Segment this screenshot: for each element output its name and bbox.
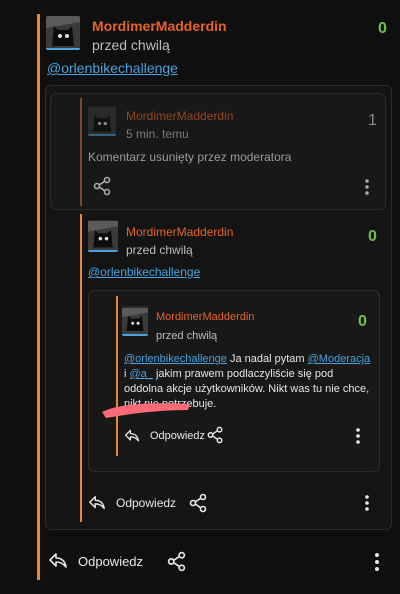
reply-button[interactable]: Odpowiedz <box>48 551 143 571</box>
share-icon <box>93 176 111 196</box>
more-vertical-icon <box>365 179 369 195</box>
reply-button[interactable]: Odpowiedz <box>124 428 205 444</box>
vote-count[interactable]: 0 <box>358 313 367 331</box>
comment-time: 5 min. temu <box>126 127 189 141</box>
avatar-cat-icon <box>88 107 116 135</box>
avatar[interactable] <box>46 16 80 50</box>
comment-username[interactable]: MordimerMadderdin <box>92 18 227 34</box>
reply-arrow-icon <box>124 429 140 442</box>
comment-time: przed chwilą <box>126 243 193 257</box>
more-options-button[interactable] <box>364 494 370 517</box>
thread-accent-line <box>37 14 40 580</box>
vote-count[interactable]: 0 <box>378 20 387 38</box>
mention-link[interactable]: @a_ <box>130 368 153 380</box>
share-icon <box>189 493 207 513</box>
vote-count[interactable]: 1 <box>368 112 377 130</box>
redaction-scribble <box>102 403 190 418</box>
mention-link[interactable]: @orlenbikechallenge <box>47 60 178 76</box>
avatar[interactable] <box>88 220 118 252</box>
share-button[interactable] <box>166 551 187 572</box>
more-options-button[interactable] <box>364 178 370 201</box>
share-button[interactable] <box>92 176 112 196</box>
reply-label: Odpowiedz <box>116 496 177 510</box>
more-options-button[interactable] <box>374 552 380 577</box>
comment-username[interactable]: MordimerMadderdin <box>126 225 233 239</box>
avatar-cat-icon <box>122 308 148 334</box>
avatar[interactable] <box>88 106 116 136</box>
comment-username[interactable]: MordimerMadderdin <box>156 311 254 323</box>
mention-link[interactable]: @Moderacja <box>308 353 371 365</box>
mention-link[interactable]: @orlenbikechallenge <box>124 353 227 365</box>
share-button[interactable] <box>188 493 208 513</box>
reply-label: Odpowiedz <box>150 430 206 442</box>
avatar-cat-icon <box>88 221 118 251</box>
share-icon <box>167 551 186 572</box>
vote-count[interactable]: 0 <box>368 228 377 246</box>
mention-link[interactable]: @orlenbikechallenge <box>88 265 200 279</box>
reply-arrow-icon <box>89 495 105 510</box>
share-button[interactable] <box>206 426 224 444</box>
more-vertical-icon <box>365 495 369 511</box>
thread-accent-line <box>116 296 118 456</box>
avatar-cat-icon <box>46 16 80 50</box>
thread-accent-line <box>80 214 82 522</box>
reply-button[interactable]: Odpowiedz <box>88 494 176 512</box>
more-options-button[interactable] <box>355 427 361 450</box>
share-icon <box>207 426 223 444</box>
reply-arrow-icon <box>49 553 67 568</box>
comment-text: Ja nadal pytam <box>226 353 308 365</box>
deleted-message: Komentarz usunięty przez moderatora <box>88 150 292 164</box>
comment-username[interactable]: MordimerMadderdin <box>126 109 233 123</box>
avatar[interactable] <box>122 306 148 336</box>
reply-label: Odpowiedz <box>78 553 144 569</box>
comment-time: przed chwilą <box>92 37 170 53</box>
comment-time: przed chwilą <box>156 330 218 342</box>
deleted-accent-line <box>80 98 82 206</box>
more-vertical-icon <box>375 553 379 571</box>
more-vertical-icon <box>356 428 360 444</box>
